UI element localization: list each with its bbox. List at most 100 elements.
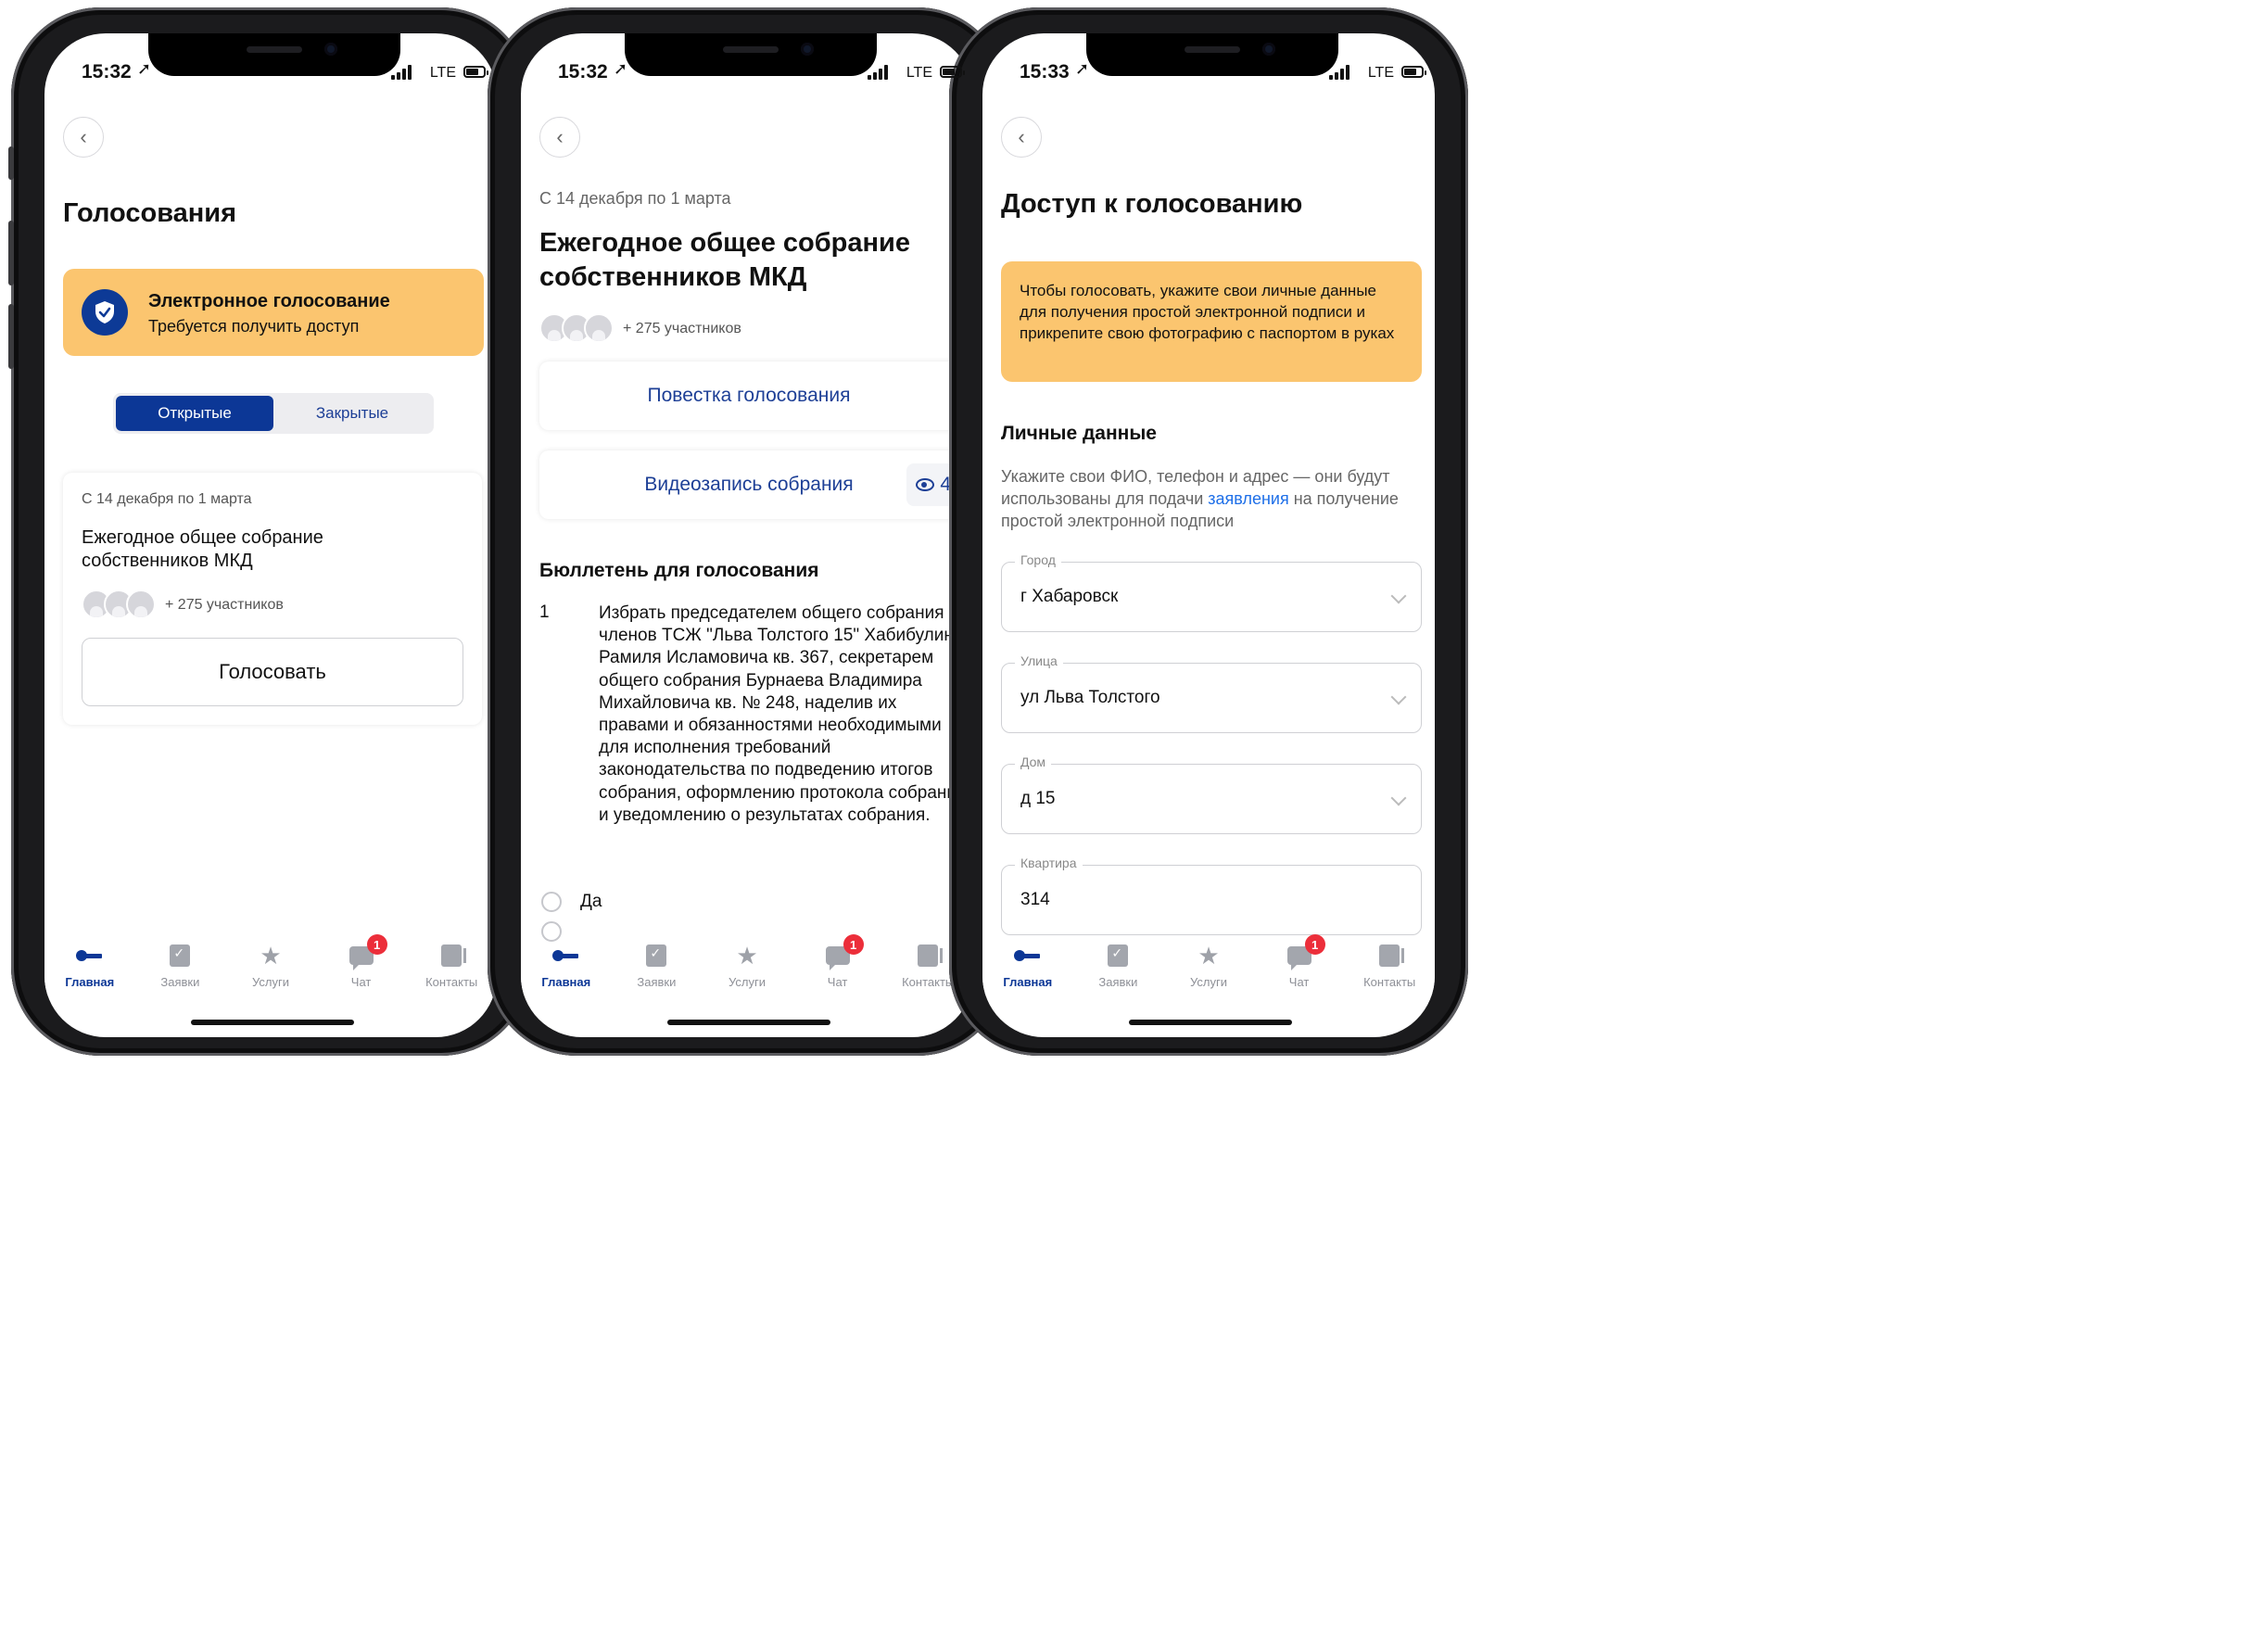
segment-control: Открытые Закрытые [113, 393, 434, 434]
battery-icon [940, 66, 965, 78]
tab-label: Заявки [1098, 975, 1138, 989]
home-indicator [667, 1020, 830, 1025]
field-value: г Хабаровск [1020, 587, 1119, 606]
radio-no[interactable] [541, 921, 562, 942]
tab-services[interactable]: ★ Услуги [225, 942, 316, 997]
tab-label: Главная [65, 975, 115, 989]
back-button[interactable]: ‹ [63, 117, 104, 158]
tab-services[interactable]: ★ Услуги [702, 942, 792, 997]
tab-label: Чат [827, 975, 848, 989]
signal-icon [391, 65, 412, 80]
ballot-title: Бюллетень для голосования [539, 560, 819, 581]
banner-subtitle: Требуется получить доступ [148, 317, 360, 336]
star-icon: ★ [1197, 941, 1220, 970]
voting-card[interactable]: С 14 декабря по 1 марта Ежегодное общее … [63, 473, 482, 725]
tab-requests[interactable]: Заявки [1073, 942, 1164, 997]
page-title: Голосования [63, 198, 237, 228]
signal-icon [1329, 65, 1349, 80]
phone-frame-3: 15:33 ➚ LTE ‹ Доступ к голосованию Чтобы… [949, 7, 1468, 1056]
chevron-down-icon [1390, 689, 1407, 705]
radio-yes[interactable] [541, 892, 562, 912]
tab-label: Главная [1003, 975, 1053, 989]
meeting-title: Ежегодное общее собрание собственников М… [539, 228, 910, 292]
meeting-dates: С 14 декабря по 1 марта [539, 189, 731, 208]
segment-open[interactable]: Открытые [116, 396, 273, 431]
back-button[interactable]: ‹ [1001, 117, 1042, 158]
screen-meeting: 15:32 ➚ LTE ‹ С 14 декабря по 1 марта Еж… [521, 33, 973, 1037]
home-indicator [1129, 1020, 1292, 1025]
network-type: LTE [1367, 65, 1394, 81]
field-value: д 15 [1020, 789, 1056, 808]
screen-votings: 15:32 ➚ LTE ‹ Голосования Электронное го… [44, 33, 497, 1037]
tab-requests[interactable]: Заявки [612, 942, 703, 997]
participant-avatars [82, 589, 156, 619]
tab-label: Заявки [637, 975, 677, 989]
tab-services[interactable]: ★ Услуги [1163, 942, 1254, 997]
requests-icon [1108, 944, 1129, 967]
video-button[interactable]: Видеозапись собрания 4 [539, 450, 958, 519]
phone-frame-2: 15:32 ➚ LTE ‹ С 14 декабря по 1 марта Еж… [488, 7, 1007, 1056]
key-icon [75, 950, 104, 961]
phone-frame-1: 15:32 ➚ LTE ‹ Голосования Электронное го… [8, 7, 530, 1056]
location-arrow-icon: ➚ [1075, 59, 1090, 78]
segment-closed[interactable]: Закрытые [273, 396, 431, 431]
video-label: Видеозапись собрания [644, 474, 854, 495]
location-arrow-icon: ➚ [137, 59, 152, 78]
battery-icon [463, 66, 488, 78]
tab-label: Чат [1288, 975, 1310, 989]
tab-home[interactable]: Главная [521, 942, 612, 997]
tab-label: Контакты [425, 975, 478, 989]
battery-icon [1401, 66, 1426, 78]
tab-label: Главная [541, 975, 591, 989]
chevron-left-icon: ‹ [80, 125, 87, 148]
voting-name: Ежегодное общее собрание собственников М… [82, 527, 323, 571]
tab-home[interactable]: Главная [44, 942, 135, 997]
field-label: Улица [1015, 653, 1063, 668]
shield-check-icon [82, 289, 128, 336]
agenda-button[interactable]: Повестка голосования [539, 361, 958, 430]
signal-icon [868, 65, 888, 80]
contacts-icon [1379, 944, 1405, 967]
vote-button[interactable]: Голосовать [82, 638, 463, 706]
participant-avatars [539, 313, 614, 343]
option-yes-label: Да [580, 892, 602, 911]
tab-home[interactable]: Главная [982, 942, 1073, 997]
field-label: Дом [1015, 754, 1052, 769]
evote-access-banner[interactable]: Электронное голосование Требуется получи… [63, 269, 484, 356]
home-indicator [191, 1020, 354, 1025]
tab-chat[interactable]: 1 Чат [792, 934, 883, 997]
page-title: Доступ к голосованию [1001, 189, 1303, 219]
field-label: Город [1015, 552, 1061, 567]
notch [148, 33, 400, 76]
tab-requests[interactable]: Заявки [135, 942, 226, 997]
apartment-field[interactable]: Квартира 314 [1001, 856, 1422, 935]
star-icon: ★ [736, 941, 758, 970]
chevron-down-icon [1390, 588, 1407, 604]
status-time: 15:32 [558, 61, 608, 82]
tab-chat[interactable]: 1 Чат [1254, 934, 1345, 997]
field-value: 314 [1020, 890, 1050, 909]
tab-label: Услуги [728, 975, 766, 989]
network-type: LTE [906, 65, 932, 81]
field-label: Квартира [1015, 856, 1083, 870]
tab-chat[interactable]: 1 Чат [316, 934, 407, 997]
tab-contacts[interactable]: Контакты [1344, 942, 1435, 997]
street-field[interactable]: Улица ул Льва Толстого [1001, 653, 1422, 733]
tab-contacts[interactable]: Контакты [406, 942, 497, 997]
agenda-label: Повестка голосования [647, 385, 851, 406]
screen-access: 15:33 ➚ LTE ‹ Доступ к голосованию Чтобы… [982, 33, 1435, 1037]
chat-badge: 1 [843, 934, 864, 955]
house-field[interactable]: Дом д 15 [1001, 754, 1422, 834]
key-icon [551, 950, 580, 961]
question-number: 1 [539, 602, 550, 622]
back-button[interactable]: ‹ [539, 117, 580, 158]
tab-label: Заявки [160, 975, 200, 989]
question-text: Избрать председателем общего собрания чл… [599, 603, 967, 825]
requests-icon [646, 944, 667, 967]
application-link[interactable]: заявления [1208, 489, 1288, 508]
voting-dates: С 14 декабря по 1 марта [82, 491, 252, 507]
status-time: 15:33 [1020, 61, 1070, 82]
city-field[interactable]: Город г Хабаровск [1001, 552, 1422, 632]
key-icon [1013, 950, 1042, 961]
eye-icon [916, 478, 935, 491]
